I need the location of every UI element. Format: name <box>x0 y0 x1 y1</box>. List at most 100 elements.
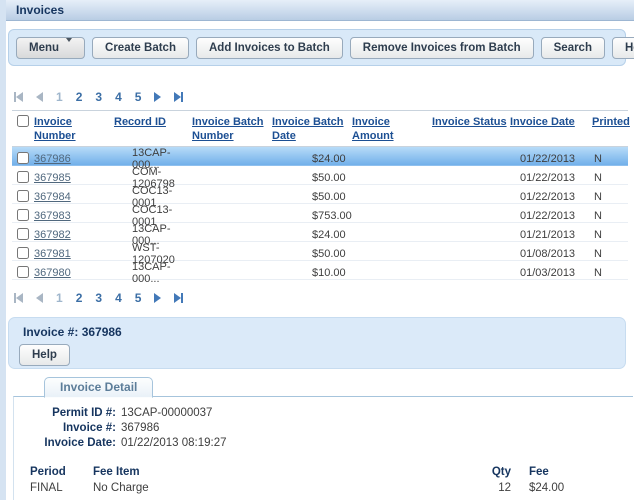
invoice-number-link[interactable]: 367982 <box>34 229 71 241</box>
invoice-date-cell: 01/22/2013 <box>510 153 592 165</box>
selected-invoice-title: Invoice #: 367986 <box>23 325 625 339</box>
invoice-number-label: Invoice #: <box>14 421 116 436</box>
help-button[interactable]: Help <box>612 37 634 59</box>
row-select-checkbox[interactable] <box>17 247 29 259</box>
page-link-2[interactable]: 2 <box>76 291 83 305</box>
pagination-top: 1 2 3 4 5 <box>14 90 183 104</box>
pagination-next-button[interactable] <box>154 293 161 303</box>
col-header-invoice-batch-number[interactable]: Invoice Batch Number <box>192 115 272 143</box>
pagination-first-button[interactable] <box>14 293 23 303</box>
col-header-invoice-batch-date[interactable]: Invoice Batch Date <box>272 115 352 143</box>
invoice-date-cell: 01/08/2013 <box>510 248 592 260</box>
toolbar: Menu Create Batch Add Invoices to Batch … <box>8 29 626 66</box>
permit-id-value: 13CAP-00000037 <box>121 406 212 421</box>
page-link-1[interactable]: 1 <box>56 291 63 305</box>
table-row[interactable]: 367986 13CAP-000... $24.00 01/22/2013 N <box>12 147 628 166</box>
printed-cell: N <box>592 229 628 241</box>
invoice-number-link[interactable]: 367984 <box>34 191 71 203</box>
printed-cell: N <box>592 172 628 184</box>
pagination-last-button[interactable] <box>174 92 183 102</box>
last-page-icon <box>174 293 181 303</box>
page-link-4[interactable]: 4 <box>115 291 122 305</box>
row-select-checkbox[interactable] <box>17 228 29 240</box>
fee-col-qty: Qty <box>427 464 511 480</box>
invoice-amount-cell: $10.00 <box>312 267 432 279</box>
table-row[interactable]: 367981 WST-1207020 $50.00 01/08/2013 N <box>12 242 628 261</box>
last-page-icon <box>174 92 181 102</box>
invoice-date-cell: 01/22/2013 <box>510 191 592 203</box>
pagination-last-button[interactable] <box>174 293 183 303</box>
create-batch-button[interactable]: Create Batch <box>92 37 189 59</box>
invoice-date-label: Invoice Date: <box>14 436 116 451</box>
prev-page-icon <box>36 92 43 102</box>
menu-button[interactable]: Menu <box>16 37 85 59</box>
table-row[interactable]: 367984 COC13-0001 $50.00 01/22/2013 N <box>12 185 628 204</box>
detail-field-row: Invoice Date: 01/22/2013 08:19:27 <box>14 436 633 451</box>
select-all-checkbox[interactable] <box>17 115 29 127</box>
invoice-detail-panel: Permit ID #: 13CAP-00000037 Invoice #: 3… <box>13 396 633 500</box>
pagination-bottom: 1 2 3 4 5 <box>14 291 183 305</box>
printed-cell: N <box>592 248 628 260</box>
search-button[interactable]: Search <box>541 37 605 59</box>
page-link-4[interactable]: 4 <box>115 90 122 104</box>
pagination-first-button[interactable] <box>14 92 23 102</box>
invoice-date-cell: 01/22/2013 <box>510 172 592 184</box>
table-row[interactable]: 367982 13CAP-000... $24.00 01/21/2013 N <box>12 223 628 242</box>
detail-help-button[interactable]: Help <box>19 344 70 366</box>
fee-table: Period Fee Item Qty Fee FINAL No Charge … <box>14 464 633 496</box>
row-select-checkbox[interactable] <box>17 190 29 202</box>
page-link-2[interactable]: 2 <box>76 90 83 104</box>
pagination-prev-button[interactable] <box>36 92 43 102</box>
page-title: Invoices <box>16 3 64 17</box>
fee-table-header-row: Period Fee Item Qty Fee <box>30 464 633 480</box>
invoice-number-link[interactable]: 367980 <box>34 267 71 279</box>
invoice-number-link[interactable]: 367981 <box>34 248 71 260</box>
pagination-prev-button[interactable] <box>36 293 43 303</box>
col-header-invoice-amount[interactable]: Invoice Amount <box>352 115 432 143</box>
fee-col-fee: Fee <box>511 464 621 480</box>
add-invoices-to-batch-button[interactable]: Add Invoices to Batch <box>196 37 343 59</box>
printed-cell: N <box>592 191 628 203</box>
record-id-cell: 13CAP-000... <box>114 261 192 285</box>
invoice-detail-header-panel: Invoice #: 367986 Help <box>8 317 626 369</box>
content-area: Invoices Menu Create Batch Add Invoices … <box>6 0 634 500</box>
row-select-checkbox[interactable] <box>17 266 29 278</box>
invoice-amount-cell: $24.00 <box>312 229 432 241</box>
invoice-number-link[interactable]: 367983 <box>34 210 71 222</box>
col-header-invoice-number[interactable]: Invoice Number <box>34 115 114 143</box>
window-title-bar: Invoices <box>6 0 634 21</box>
table-row[interactable]: 367983 COC13-0001 $753.00 01/22/2013 N <box>12 204 628 223</box>
col-header-printed[interactable]: Printed <box>592 115 628 129</box>
printed-cell: N <box>592 210 628 222</box>
page-link-3[interactable]: 3 <box>95 291 102 305</box>
invoice-number-link[interactable]: 367986 <box>34 153 71 165</box>
printed-cell: N <box>592 267 628 279</box>
col-header-invoice-date[interactable]: Invoice Date <box>510 115 592 129</box>
invoices-page: Invoices Menu Create Batch Add Invoices … <box>0 0 634 500</box>
invoice-number-link[interactable]: 367985 <box>34 172 71 184</box>
page-link-5[interactable]: 5 <box>135 291 142 305</box>
col-header-invoice-status[interactable]: Invoice Status <box>432 115 510 129</box>
remove-invoices-from-batch-button[interactable]: Remove Invoices from Batch <box>350 37 534 59</box>
invoice-amount-cell: $50.00 <box>312 172 432 184</box>
menu-button-label: Menu <box>29 42 59 54</box>
permit-id-label: Permit ID #: <box>14 406 116 421</box>
table-row[interactable]: 367980 13CAP-000... $10.00 01/03/2013 N <box>12 261 628 280</box>
menu-dropdown-icon <box>65 42 72 54</box>
page-link-3[interactable]: 3 <box>95 90 102 104</box>
row-select-checkbox[interactable] <box>17 209 29 221</box>
row-select-checkbox[interactable] <box>17 152 29 164</box>
page-link-5[interactable]: 5 <box>135 90 142 104</box>
col-header-record-id[interactable]: Record ID <box>114 115 192 129</box>
page-link-1[interactable]: 1 <box>56 90 63 104</box>
table-row[interactable]: 367985 COM-1206798 $50.00 01/22/2013 N <box>12 166 628 185</box>
tab-invoice-detail[interactable]: Invoice Detail <box>44 377 153 398</box>
fee-table-row: FINAL No Charge 12 $24.00 <box>30 480 633 496</box>
invoice-table-header-row: Invoice Number Record ID Invoice Batch N… <box>12 110 628 147</box>
invoice-amount-cell: $24.00 <box>312 153 432 165</box>
row-select-checkbox[interactable] <box>17 171 29 183</box>
prev-page-icon <box>36 293 43 303</box>
invoice-list-table: Invoice Number Record ID Invoice Batch N… <box>12 110 628 280</box>
pagination-next-button[interactable] <box>154 92 161 102</box>
invoice-date-cell: 01/22/2013 <box>510 210 592 222</box>
